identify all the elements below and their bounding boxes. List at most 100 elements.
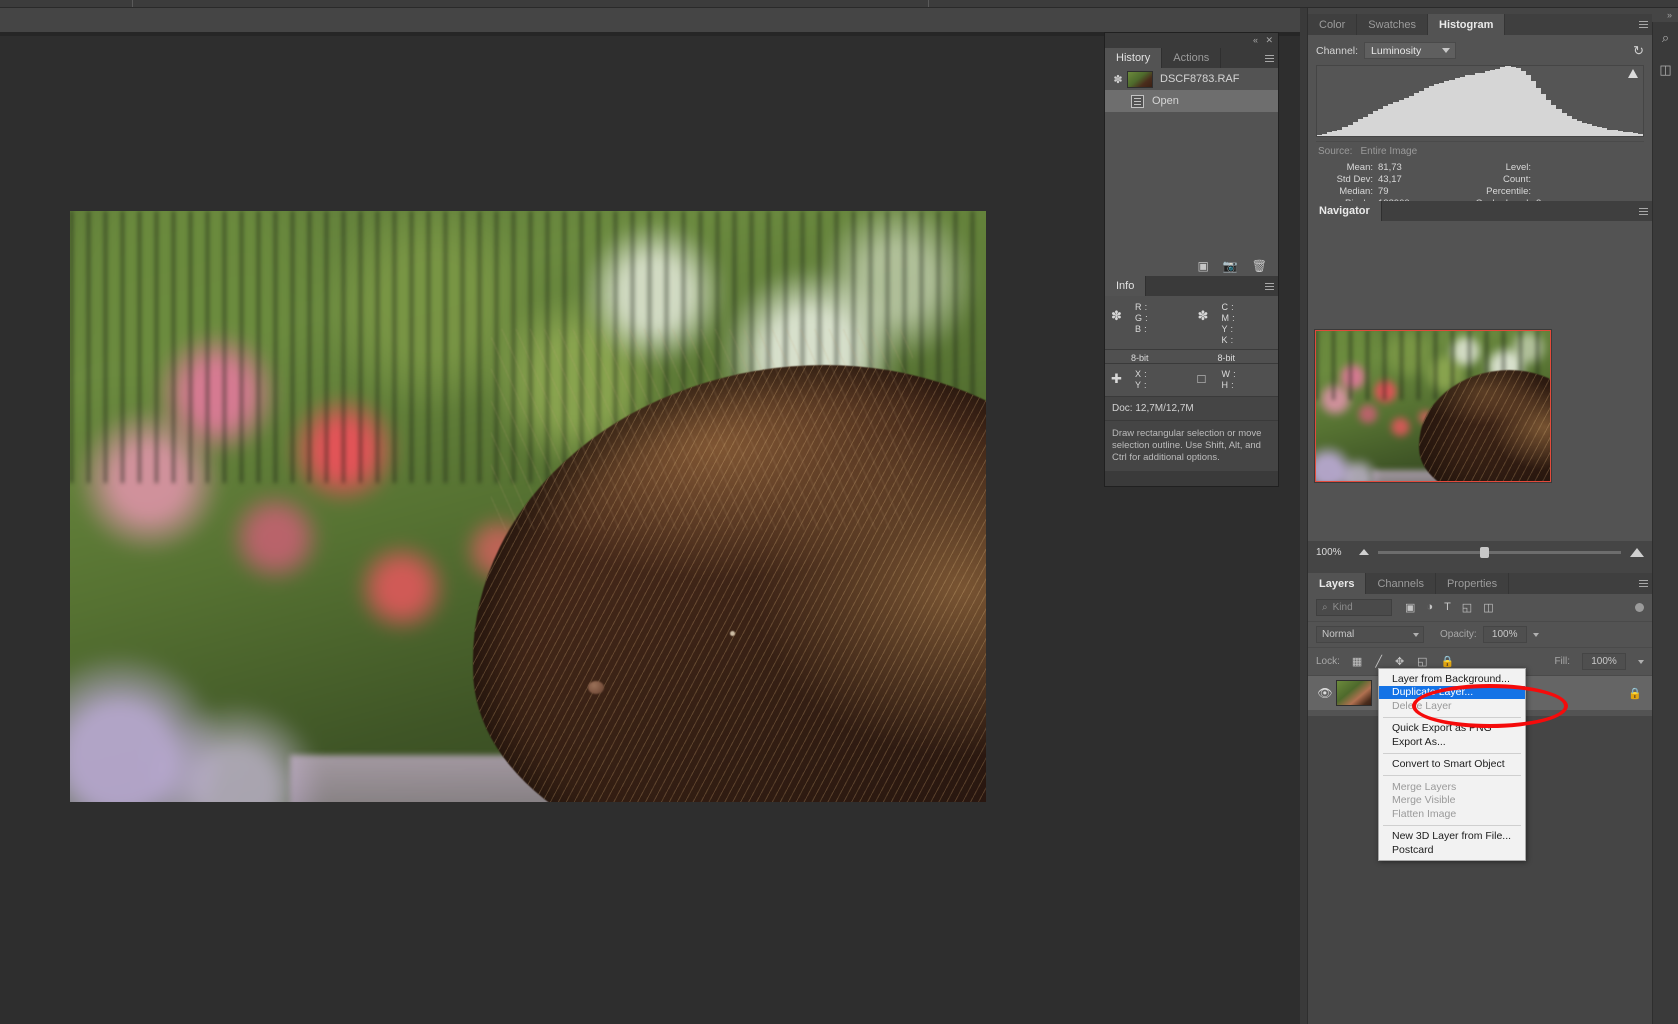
filter-smart-object-icon[interactable]: ◫: [1483, 601, 1493, 614]
zoom-slider-knob[interactable]: [1480, 546, 1490, 558]
tab-properties[interactable]: Properties: [1435, 573, 1510, 594]
lock-transparent-pixels-icon[interactable]: ▦: [1352, 655, 1362, 668]
navigator-panel-menu-icon[interactable]: [1634, 201, 1652, 221]
menu-item-delete-layer: Delete Layer: [1392, 699, 1452, 712]
filter-enable-toggle[interactable]: [1635, 603, 1644, 612]
warning-triangle-icon[interactable]: [1628, 69, 1638, 78]
filter-type-icon[interactable]: T: [1444, 601, 1451, 614]
menu-item-postcard[interactable]: Postcard: [1379, 843, 1525, 857]
layer-thumbnail[interactable]: [1336, 680, 1372, 706]
info-y-label: Y :: [1221, 324, 1234, 334]
stat-value: [1536, 174, 1576, 186]
histogram-plot[interactable]: [1316, 65, 1644, 137]
layer-kind-filter[interactable]: ⌕ Kind: [1316, 599, 1392, 616]
new-snapshot-icon[interactable]: 📷: [1223, 260, 1238, 272]
delete-icon[interactable]: 🗑: [1252, 260, 1267, 272]
zoom-out-icon[interactable]: [1359, 549, 1369, 555]
lock-position-icon[interactable]: ✥: [1395, 655, 1404, 668]
filter-shape-icon[interactable]: ◱: [1462, 601, 1472, 614]
channel-value: Luminosity: [1371, 44, 1422, 57]
histogram-bars: [1317, 66, 1643, 136]
document-canvas[interactable]: [70, 211, 986, 802]
opacity-value[interactable]: 100%: [1482, 626, 1527, 643]
opacity-chevron-down-icon[interactable]: [1532, 632, 1539, 637]
stat-value: 43,17: [1378, 174, 1402, 185]
photo-flyaway-hairs: [491, 329, 913, 531]
tab-swatches[interactable]: Swatches: [1357, 14, 1428, 35]
info-r-label: R :: [1135, 302, 1148, 312]
history-tabstrip: History Actions: [1105, 48, 1278, 68]
float-panel-titlebar[interactable]: « ✕: [1105, 33, 1278, 48]
photo-skin-spot: [729, 630, 735, 636]
history-panel-menu-icon[interactable]: [1260, 48, 1278, 68]
right-dock: » ⌕ ◫ Color Swatches Histogram Channel: …: [1300, 8, 1678, 1024]
collapse-icon[interactable]: «: [1253, 36, 1258, 45]
menu-item-quick-export-as-png[interactable]: Quick Export as PNG: [1379, 722, 1525, 736]
tab-layers[interactable]: Layers: [1308, 573, 1367, 594]
stat-label: Mean:: [1346, 162, 1373, 173]
menu-item-duplicate-layer[interactable]: Duplicate Layer...: [1379, 685, 1525, 699]
menu-item-new-3d-layer-from-file[interactable]: New 3D Layer from File...: [1379, 830, 1525, 844]
zoom-slider[interactable]: [1378, 546, 1621, 558]
info-w-label: W :: [1221, 369, 1236, 379]
tab-history[interactable]: History: [1105, 48, 1163, 68]
history-thumbnail: [1127, 70, 1153, 88]
layers-tabstrip: Layers Channels Properties: [1308, 573, 1652, 594]
menu-item-export-as[interactable]: Export As...: [1379, 735, 1525, 749]
close-icon[interactable]: ✕: [1265, 36, 1273, 45]
channel-label: Channel:: [1316, 44, 1359, 57]
blend-mode-select[interactable]: Normal: [1316, 626, 1424, 643]
navigator-zoom-bar: 100%: [1308, 541, 1652, 563]
new-document-from-state-icon[interactable]: ▣: [1197, 260, 1208, 272]
tab-info[interactable]: Info: [1105, 276, 1147, 296]
dock-rail: [1300, 8, 1308, 1024]
history-item-open[interactable]: Open: [1105, 90, 1278, 112]
photoshop-window: « ✕ History Actions ✽ DSCF8783.RAF Open: [0, 0, 1678, 1024]
layers-panel-menu-icon[interactable]: [1634, 573, 1652, 594]
source-value: Entire Image: [1360, 146, 1418, 157]
channel-select[interactable]: Luminosity: [1364, 42, 1457, 59]
search-icon[interactable]: ⌕: [1662, 30, 1669, 46]
refresh-icon[interactable]: ↻: [1633, 44, 1644, 57]
history-footer: ▣ 📷 🗑: [1105, 256, 1278, 276]
info-left-depth: 8-bit: [1131, 353, 1149, 363]
zoom-level-value[interactable]: 100%: [1316, 547, 1350, 558]
eyedropper-icon: ✽: [1111, 308, 1122, 323]
layer-context-menu[interactable]: Layer from Background... Duplicate Layer.…: [1378, 668, 1526, 861]
fill-chevron-down-icon[interactable]: [1638, 659, 1644, 664]
filter-adjustment-icon[interactable]: ◑: [1426, 601, 1433, 614]
history-list[interactable]: ✽ DSCF8783.RAF Open ▣ 📷 🗑: [1105, 68, 1278, 276]
panel-icon[interactable]: ◫: [1659, 62, 1671, 78]
filter-pixel-icon[interactable]: ▣: [1405, 601, 1415, 614]
eye-icon[interactable]: 👁: [1314, 686, 1336, 700]
histogram-tabstrip: Color Swatches Histogram: [1308, 14, 1652, 35]
lock-artboard-icon[interactable]: ◱: [1417, 655, 1427, 668]
lock-image-pixels-icon[interactable]: ╱: [1375, 655, 1382, 668]
tab-channels[interactable]: Channels: [1366, 573, 1436, 594]
menu-item-layer-from-background[interactable]: Layer from Background...: [1379, 672, 1525, 686]
info-panel: ✽ R : G : B : ✽ C : M : Y : K: 8-bit 8-…: [1105, 296, 1278, 471]
crosshair-icon: ✚: [1111, 371, 1122, 386]
histogram-content: Channel: Luminosity ↻ Source: Entire Ima…: [1308, 35, 1652, 220]
lock-label: Lock:: [1316, 656, 1340, 667]
info-y-label: Y :: [1135, 380, 1147, 390]
histogram-panel-menu-icon[interactable]: [1634, 14, 1652, 35]
layers-filter-row: ⌕ Kind ▣ ◑ T ◱ ◫: [1308, 594, 1652, 622]
dock-collapse-icon[interactable]: »: [1667, 10, 1672, 20]
history-item-label: Open: [1152, 95, 1179, 107]
info-panel-menu-icon[interactable]: [1260, 276, 1278, 296]
info-tabstrip: Info: [1105, 276, 1278, 296]
fill-value[interactable]: 100%: [1582, 653, 1626, 670]
lock-all-icon[interactable]: 🔒: [1441, 655, 1455, 668]
zoom-in-icon[interactable]: [1630, 547, 1644, 557]
menu-item-convert-to-smart-object[interactable]: Convert to Smart Object: [1379, 758, 1525, 772]
history-item-source[interactable]: ✽ DSCF8783.RAF: [1105, 68, 1278, 90]
lock-icon: 🔒: [1628, 687, 1642, 700]
document-size-readout: Doc: 12,7M/12,7M: [1105, 397, 1278, 421]
opacity-label: Opacity:: [1440, 629, 1477, 640]
tab-actions[interactable]: Actions: [1162, 48, 1222, 68]
tab-histogram[interactable]: Histogram: [1428, 14, 1506, 35]
tab-navigator[interactable]: Navigator: [1308, 201, 1382, 221]
navigator-thumbnail[interactable]: [1314, 329, 1552, 483]
tab-color[interactable]: Color: [1308, 14, 1358, 35]
